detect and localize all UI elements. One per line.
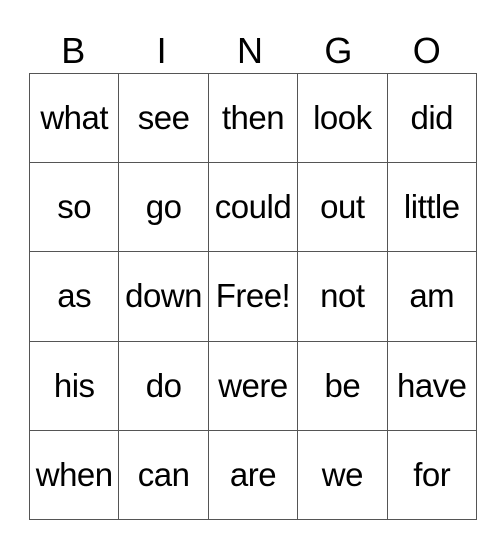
bingo-cell: have <box>386 340 477 431</box>
bingo-cell: see <box>118 72 209 164</box>
header-letter-g: G <box>324 30 353 71</box>
bingo-header: B I N G O <box>29 28 471 73</box>
grid-row: his do were be have <box>28 340 477 431</box>
bingo-cell: be <box>297 340 388 431</box>
grid-row: when can are we for <box>28 429 477 520</box>
grid-row: so go could out little <box>28 162 477 253</box>
bingo-cell: look <box>297 72 388 164</box>
grid-row: what see then look did <box>28 72 477 164</box>
bingo-cell: do <box>118 340 209 431</box>
bingo-cell: can <box>118 429 209 520</box>
header-letter-b: B <box>61 30 86 71</box>
bingo-cell: down <box>118 251 209 342</box>
header-letter-o: O <box>412 30 441 71</box>
bingo-cell: go <box>118 162 209 253</box>
bingo-cell: could <box>207 162 299 253</box>
header-letter-i: I <box>156 30 167 71</box>
bingo-cell: not <box>297 251 388 342</box>
bingo-cell: what <box>28 72 120 164</box>
bingo-cell: for <box>386 429 477 520</box>
bingo-cell: am <box>386 251 477 342</box>
bingo-cell: did <box>386 72 477 164</box>
bingo-cell: when <box>28 429 120 520</box>
header-letter-n: N <box>236 30 263 71</box>
bingo-cell: little <box>386 162 477 253</box>
free-space-cell: Free! <box>207 251 299 342</box>
bingo-cell: we <box>297 429 388 520</box>
bingo-grid: what see then look did so go could out l… <box>28 72 477 520</box>
bingo-cell: are <box>207 429 299 520</box>
bingo-cell: as <box>28 251 120 342</box>
bingo-cell: then <box>207 72 299 164</box>
grid-row: as down Free! not am <box>28 251 477 342</box>
bingo-cell: so <box>28 162 120 253</box>
bingo-cell: were <box>207 340 299 431</box>
bingo-cell: his <box>28 340 120 431</box>
bingo-cell: out <box>297 162 388 253</box>
